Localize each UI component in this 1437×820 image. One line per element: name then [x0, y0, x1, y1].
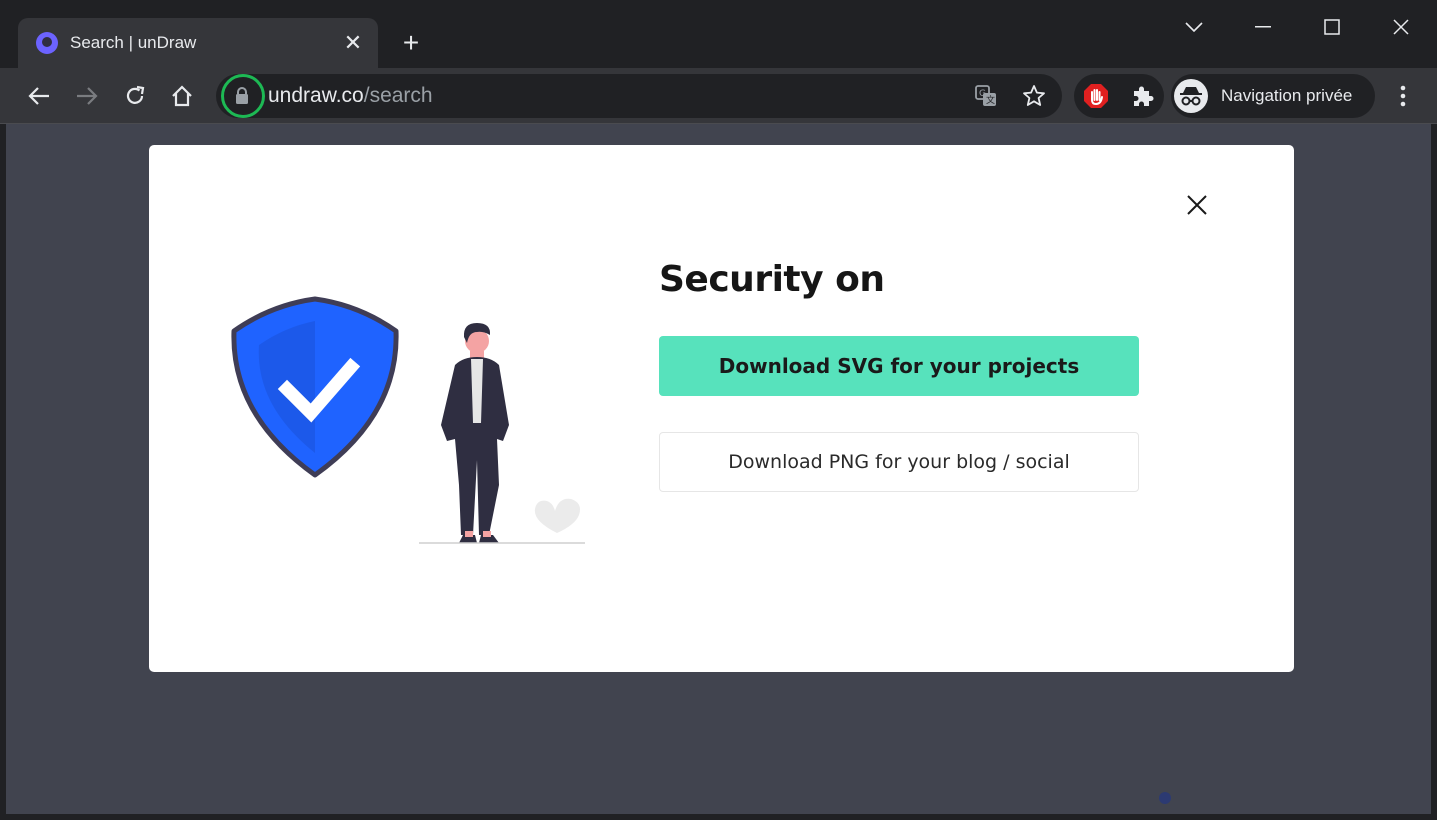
- kebab-menu-icon[interactable]: [1386, 78, 1420, 114]
- url-domain: undraw.co: [268, 84, 364, 107]
- browser-toolbar: undraw.co/search G文 Navigation privée: [0, 68, 1437, 124]
- lock-icon[interactable]: [235, 87, 249, 109]
- person-figure: [441, 323, 509, 543]
- adblock-hand-icon[interactable]: [1082, 82, 1110, 110]
- download-png-button[interactable]: Download PNG for your blog / social: [659, 432, 1139, 492]
- svg-text:文: 文: [986, 94, 995, 106]
- url-text[interactable]: undraw.co/search: [268, 84, 433, 108]
- forward-arrow-icon[interactable]: [69, 78, 105, 114]
- reload-icon[interactable]: [117, 78, 153, 114]
- incognito-icon: [1174, 79, 1208, 113]
- tab-close-icon[interactable]: ✕: [338, 28, 368, 58]
- profile-label: Navigation privée: [1221, 86, 1353, 105]
- extensions-puzzle-icon[interactable]: [1128, 82, 1156, 110]
- address-bar[interactable]: undraw.co/search G文: [216, 74, 1062, 118]
- svg-text:G: G: [979, 89, 986, 99]
- tab-strip: Search | unDraw ✕ +: [0, 0, 1437, 68]
- translate-icon[interactable]: G文: [972, 82, 1000, 110]
- download-svg-button[interactable]: Download SVG for your projects: [659, 336, 1139, 396]
- minimize-icon[interactable]: [1243, 10, 1283, 44]
- tab-search-chevron-icon[interactable]: [1174, 10, 1214, 44]
- security-modal: Security on Download SVG for your projec…: [149, 145, 1294, 672]
- tab-active[interactable]: Search | unDraw ✕: [18, 18, 378, 68]
- tab-title: Search | unDraw: [70, 33, 197, 52]
- background-dot: [1159, 792, 1171, 804]
- back-arrow-icon[interactable]: [21, 78, 57, 114]
- modal-close-icon[interactable]: [1179, 187, 1215, 223]
- browser-window: Search | unDraw ✕ + undraw.co/search G 文…: [0, 0, 1437, 820]
- bookmark-star-icon[interactable]: [1020, 82, 1048, 110]
- undraw-favicon-icon: [36, 32, 58, 54]
- security-illustration: [231, 296, 585, 544]
- maximize-icon[interactable]: [1312, 10, 1352, 44]
- shield-check-icon: [231, 296, 399, 478]
- extensions-group: [1074, 74, 1164, 118]
- url-path: /search: [363, 84, 433, 107]
- page-overlay: Security on Download SVG for your projec…: [6, 124, 1431, 814]
- window-close-icon[interactable]: [1381, 10, 1421, 44]
- new-tab-button[interactable]: +: [395, 27, 427, 59]
- home-icon[interactable]: [164, 78, 200, 114]
- incognito-profile-button[interactable]: Navigation privée: [1171, 74, 1375, 118]
- modal-title: Security on: [659, 259, 885, 300]
- heart-decoration: [534, 498, 580, 533]
